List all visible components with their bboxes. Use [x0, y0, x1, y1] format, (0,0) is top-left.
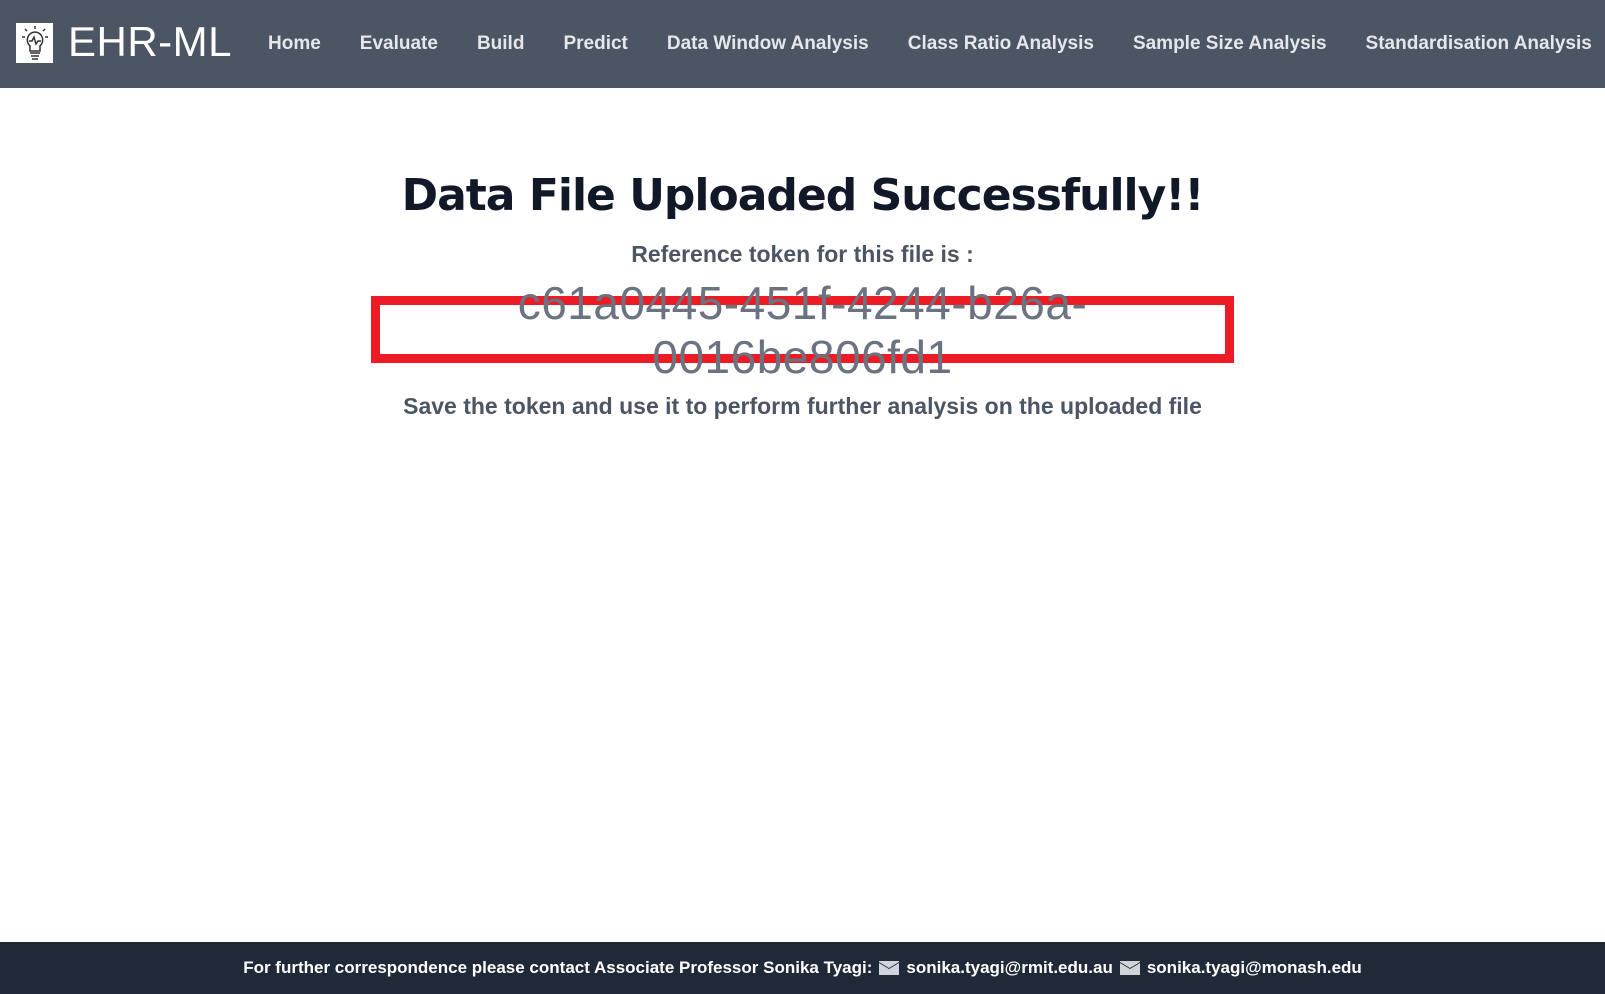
nav-data-window-analysis[interactable]: Data Window Analysis [667, 33, 869, 55]
envelope-icon [1119, 961, 1140, 975]
nav-standardisation-analysis[interactable]: Standardisation Analysis [1366, 33, 1592, 55]
lightbulb-logo-icon[interactable] [16, 23, 53, 63]
page-title: Data File Uploaded Successfully!! [401, 170, 1205, 221]
email-link-rmit[interactable]: sonika.tyagi@rmit.edu.au [878, 958, 1113, 978]
envelope-icon [879, 961, 900, 975]
email-link-monash[interactable]: sonika.tyagi@monash.edu [1119, 958, 1362, 978]
nav-home[interactable]: Home [268, 33, 321, 55]
token-value[interactable]: c61a0445-451f-4244-b26a-0016be806fd1 [380, 276, 1225, 384]
main-content: Data File Uploaded Successfully!! Refere… [0, 88, 1605, 420]
instruction-text: Save the token and use it to perform fur… [403, 393, 1202, 419]
reference-label: Reference token for this file is : [631, 241, 974, 267]
nav-sample-size-analysis[interactable]: Sample Size Analysis [1133, 33, 1327, 55]
nav-class-ratio-analysis[interactable]: Class Ratio Analysis [908, 33, 1094, 55]
brand-title[interactable]: EHR-ML [68, 18, 232, 66]
footer-text: For further correspondence please contac… [243, 958, 873, 977]
nav-predict[interactable]: Predict [563, 33, 627, 55]
email-monash[interactable]: sonika.tyagi@monash.edu [1147, 958, 1362, 978]
navbar: EHR-ML Home Evaluate Build Predict Data … [0, 0, 1605, 88]
footer: For further correspondence please contac… [0, 942, 1605, 994]
nav-build[interactable]: Build [477, 33, 525, 55]
email-rmit[interactable]: sonika.tyagi@rmit.edu.au [906, 958, 1112, 978]
token-box: c61a0445-451f-4244-b26a-0016be806fd1 [371, 277, 1234, 383]
nav-links: Home Evaluate Build Predict Data Window … [268, 0, 1592, 88]
nav-evaluate[interactable]: Evaluate [360, 33, 438, 55]
